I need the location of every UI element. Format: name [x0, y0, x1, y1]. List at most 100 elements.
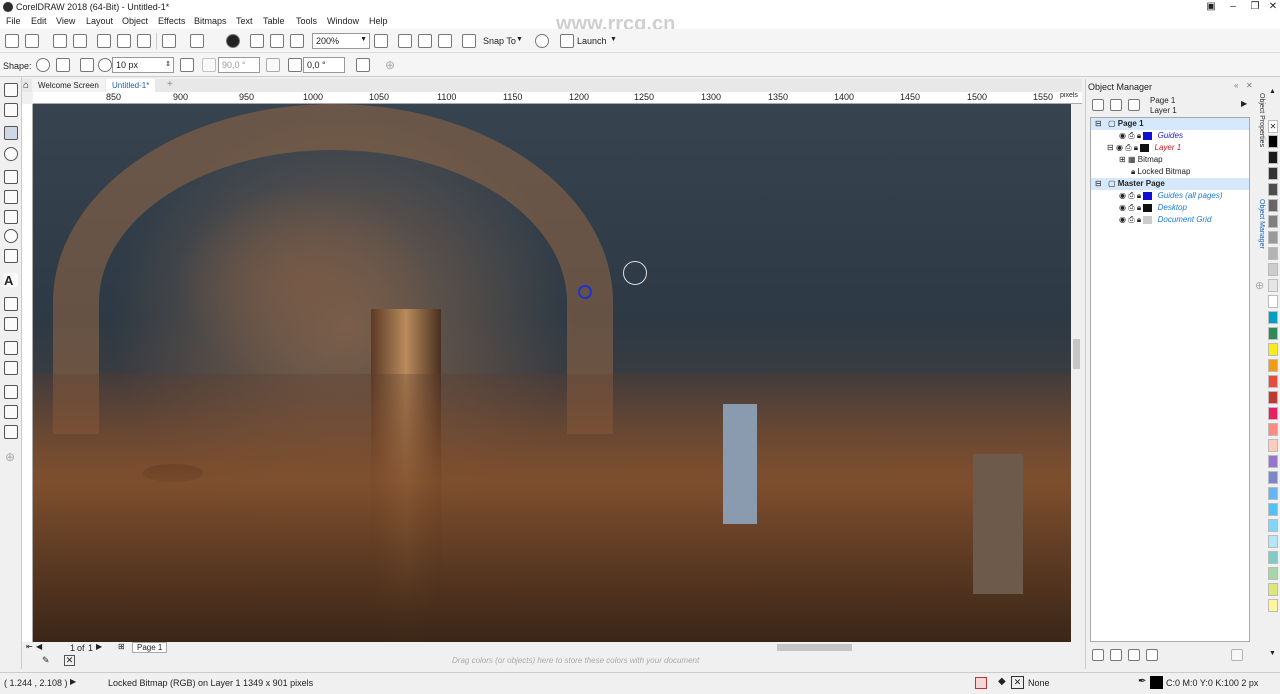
palette-swatch[interactable]: [1268, 503, 1278, 516]
lock-icon[interactable]: 🔒︎: [1137, 215, 1141, 224]
palette-swatch[interactable]: [1268, 375, 1278, 388]
help-icon[interactable]: ▣: [1200, 0, 1222, 15]
palette-swatch[interactable]: [1268, 199, 1278, 212]
tree-row-guides-all-pages[interactable]: ◉ ⎙ 🔒︎ Guides (all pages): [1091, 190, 1249, 202]
outline-width-input[interactable]: 10 px ⇕: [112, 57, 174, 73]
menu-layout[interactable]: Layout: [86, 16, 113, 26]
options-gear-icon[interactable]: [535, 34, 549, 48]
collapse-icon[interactable]: ⊟: [1095, 119, 1102, 128]
lock-icon[interactable]: 🔒︎: [1137, 131, 1141, 140]
launch-icon[interactable]: [560, 34, 574, 48]
palette-swatch[interactable]: [1268, 519, 1278, 532]
new-document-icon[interactable]: [5, 34, 19, 48]
palette-swatch[interactable]: [1268, 167, 1278, 180]
lock-icon[interactable]: 🔒︎: [1137, 203, 1141, 212]
menu-effects[interactable]: Effects: [158, 16, 185, 26]
arrow-style-icon[interactable]: [180, 58, 194, 72]
menu-file[interactable]: File: [6, 16, 21, 26]
corner-icon[interactable]: [80, 58, 94, 72]
expand-icon[interactable]: ⊞: [1119, 155, 1126, 164]
lock-icon[interactable]: 🔒︎: [1137, 191, 1141, 200]
palette-swatch[interactable]: [1268, 455, 1278, 468]
ellipse-shape-icon[interactable]: [36, 58, 50, 72]
palette-swatch[interactable]: [1268, 599, 1278, 612]
lock-icon[interactable]: 🔒︎: [1134, 143, 1138, 152]
crop-tool-icon[interactable]: [4, 126, 18, 140]
scroll-down-icon[interactable]: ▼: [1269, 650, 1276, 657]
cut-icon[interactable]: [97, 34, 111, 48]
palette-swatch[interactable]: [1268, 567, 1278, 580]
publish-pdf-icon[interactable]: [290, 34, 304, 48]
palette-swatch[interactable]: [1268, 439, 1278, 452]
show-rulers-icon[interactable]: [398, 34, 412, 48]
menu-edit[interactable]: Edit: [31, 16, 47, 26]
horizontal-ruler[interactable]: 850 900 950 1000 1050 1100 1150 1200 125…: [33, 92, 1082, 104]
show-guidelines-icon[interactable]: [438, 34, 452, 48]
menu-tools[interactable]: Tools: [296, 16, 317, 26]
visibility-eye-icon[interactable]: ◉: [1119, 191, 1126, 200]
rectangle-tool-icon[interactable]: [4, 210, 18, 224]
chevron-down-icon[interactable]: ▼: [610, 36, 617, 43]
eyedropper-tool-icon[interactable]: [4, 385, 18, 399]
search-content-icon[interactable]: [226, 34, 240, 48]
copy-icon[interactable]: [117, 34, 131, 48]
fill-bucket-icon[interactable]: ◆: [998, 676, 1006, 687]
page-tab[interactable]: Page 1: [132, 642, 168, 653]
drawing-canvas[interactable]: [33, 104, 1071, 642]
vertical-scroll-thumb[interactable]: [1073, 339, 1080, 369]
palette-swatch[interactable]: [1268, 551, 1278, 564]
palette-swatch[interactable]: [1268, 471, 1278, 484]
print-icon[interactable]: ⎙: [1128, 203, 1134, 212]
palette-swatch[interactable]: [1268, 231, 1278, 244]
print-icon[interactable]: ⎙: [1128, 215, 1134, 224]
tree-row-locked-bitmap[interactable]: 🔒︎ Locked Bitmap: [1091, 166, 1249, 178]
outline-color-swatch[interactable]: [1150, 676, 1163, 689]
palette-swatch[interactable]: [1268, 263, 1278, 276]
convert-icon[interactable]: [356, 58, 370, 72]
visibility-eye-icon[interactable]: ◉: [1116, 143, 1123, 152]
visibility-eye-icon[interactable]: ◉: [1119, 215, 1126, 224]
zoom-tool-icon[interactable]: [4, 147, 18, 161]
menu-text[interactable]: Text: [236, 16, 253, 26]
rectangle-shape-icon[interactable]: [56, 58, 70, 72]
close-button[interactable]: ✕: [1262, 0, 1280, 15]
outline-pen-icon[interactable]: ✒: [1138, 676, 1146, 687]
palette-swatch[interactable]: [1268, 183, 1278, 196]
parallel-dimension-icon[interactable]: [4, 297, 18, 311]
color-proofing-icon[interactable]: [975, 677, 987, 689]
show-object-properties-icon[interactable]: [1110, 99, 1122, 111]
polygon-tool-icon[interactable]: [4, 249, 18, 263]
tree-row-layer-1[interactable]: ⊟ ◉ ⎙ 🔒︎ Layer 1: [1091, 142, 1249, 154]
snap-to-icon[interactable]: [462, 34, 476, 48]
next-page-icon[interactable]: ▶: [96, 642, 102, 651]
print-icon[interactable]: [73, 34, 87, 48]
tree-row-guides[interactable]: ◉ ⎙ 🔒︎ Guides: [1091, 130, 1249, 142]
print-icon[interactable]: ⎙: [1128, 131, 1134, 140]
freehand-tool-icon[interactable]: [4, 170, 18, 184]
tree-row-document-grid[interactable]: ◉ ⎙ 🔒︎ Document Grid: [1091, 214, 1249, 226]
tree-row-master-page[interactable]: ⊟ ▢ Master Page: [1091, 178, 1249, 190]
transparency-tool-icon[interactable]: [4, 361, 18, 375]
palette-swatch[interactable]: [1268, 359, 1278, 372]
scroll-up-icon[interactable]: ▲: [1269, 88, 1276, 95]
prev-page-icon[interactable]: ◀: [36, 642, 42, 651]
flyout-arrow-icon[interactable]: ▶: [1241, 99, 1247, 108]
snap-to-label[interactable]: Snap To: [483, 36, 516, 46]
eyedropper-icon[interactable]: ✎: [42, 655, 50, 666]
open-icon[interactable]: [25, 34, 39, 48]
flyout-arrow-icon[interactable]: ▶: [70, 677, 76, 686]
collapse-icon[interactable]: ⊟: [1107, 143, 1114, 152]
add-page-icon[interactable]: ⊞: [118, 642, 125, 651]
first-page-icon[interactable]: ⇤: [26, 642, 33, 651]
edit-across-layers-icon[interactable]: [1128, 99, 1140, 111]
horizontal-scroll-thumb[interactable]: [777, 644, 852, 651]
new-layer-icon[interactable]: [1092, 649, 1104, 661]
palette-swatch[interactable]: [1268, 327, 1278, 340]
panel-options-icon[interactable]: «: [1234, 81, 1238, 90]
pick-tool-icon[interactable]: [4, 83, 18, 97]
palette-swatch[interactable]: [1268, 279, 1278, 292]
visibility-eye-icon[interactable]: ◉: [1119, 131, 1126, 140]
palette-swatch[interactable]: [1268, 151, 1278, 164]
import-icon[interactable]: [250, 34, 264, 48]
palette-swatch[interactable]: [1268, 487, 1278, 500]
